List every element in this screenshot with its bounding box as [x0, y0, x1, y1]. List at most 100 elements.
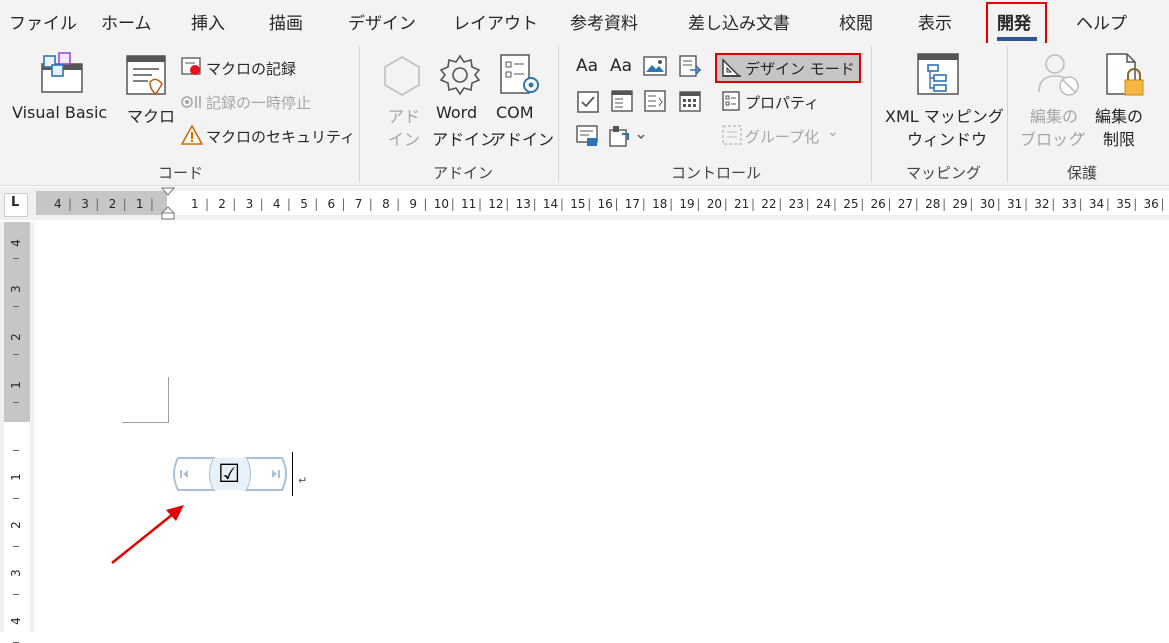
building-block-icon[interactable]	[678, 54, 702, 78]
rich-text-control-icon[interactable]: Aa	[576, 56, 598, 76]
vruler-tick	[13, 402, 19, 403]
tab-home[interactable]: ホーム	[101, 9, 152, 34]
ruler-tick: |	[1105, 197, 1110, 211]
ruler-tick: |	[1024, 197, 1029, 211]
restrict-editing-button-line2[interactable]: 制限	[1103, 126, 1135, 150]
date-picker-control-icon[interactable]	[678, 89, 702, 113]
ruler-tick: |	[914, 197, 919, 211]
ruler-number: 5	[300, 197, 308, 211]
ruler-tick: |	[1078, 197, 1083, 211]
ruler-number: 7	[354, 197, 363, 211]
plain-text-control-icon[interactable]: Aa	[610, 56, 632, 76]
tab-layout[interactable]: レイアウト	[453, 9, 538, 34]
ruler-number: 20	[706, 197, 722, 211]
top-margin-area	[4, 222, 30, 422]
tab-selector-glyph: L	[11, 195, 20, 210]
checkbox-checked-icon[interactable]: ☑	[218, 459, 240, 489]
code-group-label: コード	[158, 164, 204, 182]
ruler-tick: |	[887, 197, 892, 211]
checkbox-control-icon[interactable]	[576, 90, 600, 114]
visual-basic-icon	[41, 52, 83, 93]
ruler-tick: |	[122, 197, 127, 211]
group-dropdown-chevron-icon[interactable]: ⌄	[827, 124, 839, 140]
word-addin-button-line1[interactable]: Word	[436, 103, 477, 122]
ruler-tick: |	[532, 197, 537, 211]
addin-group-label: アドイン	[433, 164, 494, 182]
ruler-number: 8	[382, 197, 390, 211]
group-button[interactable]: グループ化	[745, 126, 819, 147]
ruler-number: 25	[843, 197, 859, 211]
ruler-number: 26	[870, 197, 886, 211]
com-addin-button-line1[interactable]: COM	[496, 103, 534, 122]
vruler-tick	[13, 450, 19, 451]
ruler-tick: |	[368, 197, 373, 211]
pause-recording-button[interactable]: 記録の一時停止	[206, 92, 311, 113]
record-macro-button[interactable]: マクロの記録	[206, 58, 296, 79]
ruler-tick: |	[149, 197, 154, 211]
vruler-number: 3	[8, 285, 23, 293]
ruler-number: 27	[897, 197, 914, 211]
tab-insert[interactable]: 挿入	[191, 9, 225, 34]
ruler-tick: |	[205, 197, 210, 211]
block-authors-button-line1[interactable]: 編集の	[1030, 103, 1078, 127]
vruler-tick	[13, 594, 19, 595]
ruler-tick: |	[942, 197, 947, 211]
pause-icon	[181, 96, 201, 108]
restrict-editing-button-line1[interactable]: 編集の	[1095, 103, 1143, 127]
ruler-tick: |	[614, 197, 619, 211]
visual-basic-button[interactable]: Visual Basic	[12, 103, 107, 122]
ruler-number: 9	[409, 197, 418, 211]
vruler-tick	[13, 258, 19, 259]
tab-draw[interactable]: 描画	[269, 9, 303, 34]
ruler-number: 35	[1116, 197, 1132, 211]
legacy-tools-icon[interactable]	[608, 124, 648, 148]
restrict-editing-icon	[1106, 53, 1144, 96]
block-authors-button-line2[interactable]: ブロック	[1020, 126, 1084, 150]
drop-down-list-control-icon[interactable]	[643, 89, 667, 113]
tab-help[interactable]: ヘルプ	[1076, 9, 1127, 34]
margin-corner-vertical	[168, 377, 169, 423]
tab-review[interactable]: 校閲	[839, 9, 873, 34]
indent-markers-icon[interactable]	[160, 187, 176, 220]
block-authors-chevron-icon[interactable]: ⌄	[1076, 124, 1088, 140]
macro-security-button[interactable]: マクロのセキュリティ	[206, 126, 355, 147]
ruler-number: 32	[1034, 197, 1050, 211]
tab-design[interactable]: デザイン	[348, 9, 416, 34]
ruler-tick: |	[778, 197, 783, 211]
margin-corner-horizontal	[122, 422, 169, 423]
tab-file[interactable]: ファイル	[9, 9, 77, 34]
word-addin-button-line2[interactable]: アドイン	[432, 126, 496, 150]
horizontal-ruler[interactable]: L 4 | 3 | 2 | 1 | 1 | 2 | 3 | 4 | 5 | 6 | 7 | 8 | 9 | 10 | 11 | 12 | 13 |…	[0, 187, 1169, 220]
ruler-tick: |	[969, 197, 974, 211]
annotation-arrow-icon	[111, 505, 184, 564]
properties-button[interactable]: プロパティ	[745, 92, 819, 113]
vertical-ruler[interactable]: 4 3 2 1 1 2 3 4	[0, 222, 34, 643]
macro-button[interactable]: マクロ	[127, 103, 175, 127]
com-addin-button-line2[interactable]: アドイン	[490, 126, 554, 150]
vruler-number: 1	[8, 381, 23, 389]
controls-group-label: コントロール	[671, 164, 762, 182]
addin-button-line1[interactable]: アド	[388, 103, 420, 127]
repeating-section-control-icon[interactable]	[575, 124, 599, 148]
ruler-number: 18	[652, 197, 668, 211]
ruler-tick: |	[751, 197, 756, 211]
xml-mapping-button-line2[interactable]: ウィンドウ	[907, 126, 987, 150]
ruler-tick: |	[478, 197, 483, 211]
addin-icon	[384, 56, 420, 96]
tab-references[interactable]: 参考資料	[570, 9, 638, 34]
group-separator	[1007, 46, 1008, 182]
picture-control-icon[interactable]	[643, 56, 667, 76]
addin-button-line2[interactable]: イン	[388, 126, 420, 150]
record-macro-icon	[181, 57, 201, 75]
ruler-number: 19	[679, 197, 695, 211]
tab-view[interactable]: 表示	[918, 9, 952, 34]
vruler-number: 2	[8, 521, 23, 529]
developer-tab-highlight	[986, 2, 1047, 46]
tab-mailings[interactable]: 差し込み文書	[688, 9, 790, 34]
vruler-number: 4	[8, 617, 23, 625]
combo-box-control-icon[interactable]	[610, 89, 634, 113]
tab-selector[interactable]: L	[4, 193, 28, 217]
ruler-number: 33	[1061, 197, 1077, 211]
xml-mapping-button-line1[interactable]: XML マッピング	[885, 103, 1004, 127]
document-page[interactable]	[36, 222, 1169, 632]
